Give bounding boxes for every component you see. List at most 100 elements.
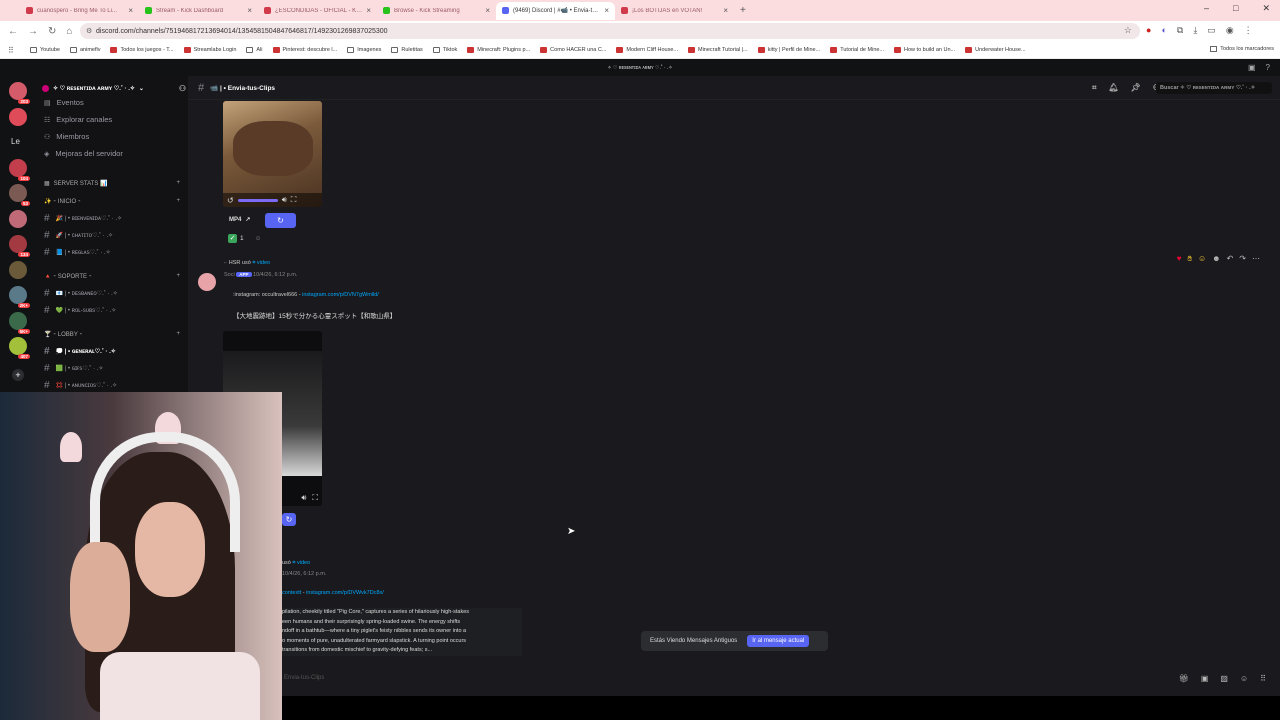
browser-tab[interactable]: cuanospero - Bring Me To Li... ×: [20, 2, 139, 20]
source-user[interactable]: :instagram: occultravel666: [233, 292, 297, 298]
sidebar-item-miembros[interactable]: ⚇ Miembros: [44, 132, 89, 141]
source-user[interactable]: contextt: [282, 590, 301, 596]
source-link[interactable]: instagram.com/p/DVWvk7Dc8x/: [306, 590, 384, 596]
emoji-icon[interactable]: ☺: [1198, 254, 1206, 264]
volume-icon[interactable]: 🔊︎: [301, 493, 306, 503]
reload-icon[interactable]: ↻: [48, 26, 56, 37]
channel-item[interactable]: # 💭 | • ɢᴇɴᴇʀᴀʟ♡.˚ · .✧: [44, 346, 116, 357]
reaction-check[interactable]: ✓ 1 ☺: [228, 234, 261, 243]
guild-folder-label[interactable]: Le: [11, 137, 20, 146]
bookmark-item[interactable]: Pinterest: descubre l...: [272, 47, 337, 53]
add-reaction-icon[interactable]: ☻: [1212, 254, 1220, 264]
reply-context[interactable]: usó ⌗ video: [282, 560, 310, 567]
bookmark-item[interactable]: Underwater House...: [965, 47, 1026, 53]
download-icon[interactable]: ⤓: [1193, 25, 1197, 36]
pin-icon[interactable]: 📌︎: [1131, 83, 1141, 93]
channel-item[interactable]: # 💢 | • ᴀɴᴜɴᴄɪᴏs♡.˚ · .✧: [44, 380, 117, 391]
back-icon[interactable]: ←: [8, 26, 18, 37]
fullscreen-icon[interactable]: ⛶: [312, 493, 318, 503]
bookmark-item[interactable]: Modern Cliff House...: [616, 47, 678, 53]
reply-icon[interactable]: ↶: [1227, 254, 1234, 264]
sidebar-item-mejoras[interactable]: ◈ Mejoras del servidor: [44, 149, 123, 158]
jump-to-present-button[interactable]: Ir al mensaje actual: [747, 635, 810, 647]
threads-icon[interactable]: ⌗: [1092, 83, 1097, 93]
bookmark-item[interactable]: Imagenes: [347, 47, 381, 53]
home-icon[interactable]: ⌂: [66, 26, 72, 37]
browser-tab[interactable]: (9469) Discord | #📹 • Envia-tu... ×: [496, 1, 615, 20]
add-member-icon[interactable]: ⚇: [179, 84, 186, 93]
avatar[interactable]: [198, 273, 216, 291]
apps-icon[interactable]: ⠿: [8, 46, 14, 55]
profile-avatar[interactable]: ◉: [1226, 25, 1234, 36]
site-info-icon[interactable]: ⚙: [86, 27, 92, 35]
message-composer[interactable]: Envia-tus-Clips 🎁︎ ▣ ▨ ☺ ⠿: [188, 668, 1280, 692]
add-channel-icon[interactable]: +: [176, 331, 180, 338]
guild-icon[interactable]: 5K+: [9, 311, 30, 334]
category-header[interactable]: 🍸 ⁃ LOBBY ⁃ +: [44, 331, 180, 338]
bookmark-item[interactable]: Minecraft Tutorial |...: [687, 47, 748, 53]
category-header[interactable]: 🔺 ⁃ SOPORTE ⁃ +: [44, 273, 180, 280]
new-tab-button[interactable]: +: [740, 5, 746, 16]
author-name[interactable]: Soci: [224, 272, 235, 278]
bookmark-item[interactable]: Streamlabs Login: [183, 47, 236, 53]
channel-item[interactable]: # 🟩 | • ɢɪғs♡.˚ · .✧: [44, 363, 103, 374]
help-icon[interactable]: ?: [1266, 63, 1270, 72]
browser-tab[interactable]: ¡Los BOTIJAS en VOTAN! ×: [615, 2, 734, 20]
close-icon[interactable]: ✕: [1262, 3, 1270, 14]
sidebar-item-explorar-canales[interactable]: ☷ Explorar canales: [44, 115, 112, 124]
tab-close-icon[interactable]: ×: [723, 6, 728, 15]
guild-icon[interactable]: 134: [9, 235, 30, 257]
apps-icon[interactable]: ⠿: [1260, 674, 1266, 683]
sticker-icon[interactable]: ▨: [1220, 674, 1228, 683]
minimize-icon[interactable]: –: [1204, 3, 1209, 14]
channel-item[interactable]: # 🚀 | • ᴄʜᴀᴛɪᴛᴏ♡.˚ · .✧: [44, 230, 113, 241]
replay-icon[interactable]: ↺: [227, 196, 234, 205]
browser-tab[interactable]: Browse - Kick Streaming ×: [377, 2, 496, 20]
reply-context[interactable]: ⌐ HSR usó ⌗ video: [224, 260, 270, 267]
gift-icon[interactable]: 🎁︎: [1179, 674, 1189, 683]
add-channel-icon[interactable]: +: [176, 273, 180, 280]
forward-icon[interactable]: ↷: [1239, 254, 1246, 264]
tab-close-icon[interactable]: ×: [247, 6, 252, 15]
thumbs-icon[interactable]: ✋︎: [1187, 254, 1192, 264]
add-server-icon[interactable]: +: [12, 369, 24, 381]
bookmark-item[interactable]: Tiktok: [432, 47, 457, 53]
volume-icon[interactable]: 🔊︎: [282, 195, 287, 205]
bookmark-item[interactable]: Minecraft: Plugins p...: [467, 47, 530, 53]
channel-item[interactable]: # 💚 | • ʀᴏʟ-sᴜʙs♡.˚ · .✧: [44, 305, 116, 316]
fullscreen-icon[interactable]: ⛶: [291, 195, 297, 205]
opera-icon[interactable]: ●: [1146, 25, 1151, 36]
bookmark-star-icon[interactable]: ☆: [1124, 25, 1132, 36]
guild-icon[interactable]: 104: [9, 158, 30, 181]
guild-icon[interactable]: 203: [9, 82, 30, 104]
sidebar-item-eventos[interactable]: ▤ Eventos: [44, 98, 84, 107]
forward-icon[interactable]: →: [28, 26, 38, 37]
sidebar-icon[interactable]: ▭: [1207, 25, 1216, 36]
progress-bar[interactable]: [237, 198, 278, 202]
guild-icon[interactable]: 53: [9, 184, 30, 206]
bell-icon[interactable]: 🔔︎: [1109, 83, 1119, 93]
more-icon[interactable]: ⋯: [1252, 254, 1260, 264]
bookmark-item[interactable]: Como HACER una C...: [540, 47, 606, 53]
guild-icon[interactable]: [9, 260, 27, 279]
bookmark-item[interactable]: kitty | Perfil de Mine...: [757, 47, 820, 53]
add-channel-icon[interactable]: +: [176, 180, 180, 187]
extension-icon[interactable]: ◐: [1161, 25, 1166, 36]
server-header[interactable]: ✧ ♡ ʀᴇsᴇɴᴛɪᴅᴀ ᴀʀᴍʏ ♡.˚ · .✧ ⌄ ⚇: [42, 82, 186, 94]
guild-icon[interactable]: [9, 107, 27, 126]
channel-item[interactable]: # 🎉 | • ʙɪᴇɴᴠᴇɴɪᴅᴀ♡.˚ · .✧: [44, 213, 122, 224]
add-channel-icon[interactable]: +: [176, 198, 180, 205]
bookmark-item[interactable]: Youtube: [30, 47, 60, 53]
add-reaction-icon[interactable]: ☺: [255, 235, 262, 242]
bookmark-item[interactable]: Todos los juegos - T...: [110, 47, 174, 53]
reply-command[interactable]: ⌗ video: [252, 260, 270, 266]
puzzle-icon[interactable]: ⧉: [1177, 25, 1183, 36]
tab-close-icon[interactable]: ×: [366, 6, 371, 15]
guild-icon[interactable]: 2K+: [9, 286, 30, 308]
menu-icon[interactable]: ⋮: [1244, 25, 1253, 36]
bookmark-item[interactable]: Ruletitas: [391, 47, 423, 53]
all-bookmarks[interactable]: Todos los marcadores: [1210, 46, 1274, 52]
inbox-icon[interactable]: ▣: [1248, 63, 1256, 72]
gif-icon[interactable]: ▣: [1201, 674, 1209, 683]
reload-video-button[interactable]: ↻: [282, 513, 296, 526]
